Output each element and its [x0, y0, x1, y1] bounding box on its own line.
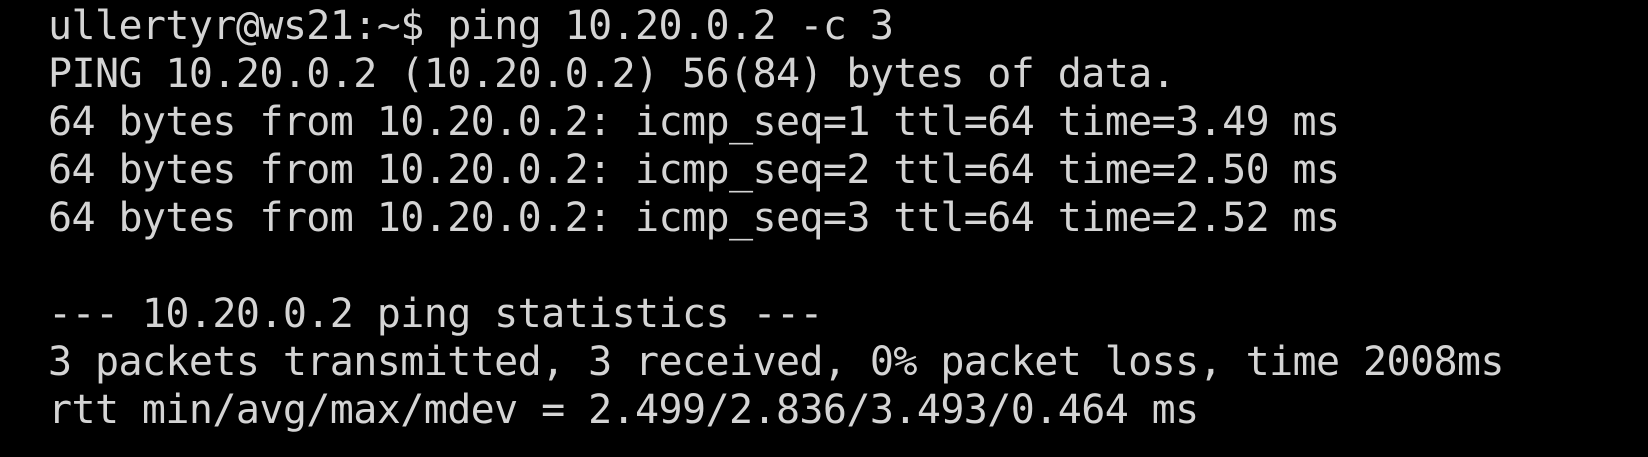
- ping-reply-line-2: 64 bytes from 10.20.0.2: icmp_seq=2 ttl=…: [48, 147, 1340, 193]
- prompt-command-line: ullertyr@ws21:~$ ping 10.20.0.2 -c 3: [48, 3, 894, 49]
- terminal-window[interactable]: ullertyr@ws21:~$ ping 10.20.0.2 -c 3 PIN…: [0, 0, 1648, 457]
- ping-reply-line-1: 64 bytes from 10.20.0.2: icmp_seq=1 ttl=…: [48, 99, 1340, 145]
- ping-reply-line-3: 64 bytes from 10.20.0.2: icmp_seq=3 ttl=…: [48, 195, 1340, 241]
- statistics-summary-line: 3 packets transmitted, 3 received, 0% pa…: [48, 339, 1504, 385]
- ping-header-line: PING 10.20.0.2 (10.20.0.2) 56(84) bytes …: [48, 51, 1176, 97]
- statistics-header-line: --- 10.20.0.2 ping statistics ---: [48, 291, 824, 337]
- rtt-statistics-line: rtt min/avg/max/mdev = 2.499/2.836/3.493…: [48, 387, 1199, 433]
